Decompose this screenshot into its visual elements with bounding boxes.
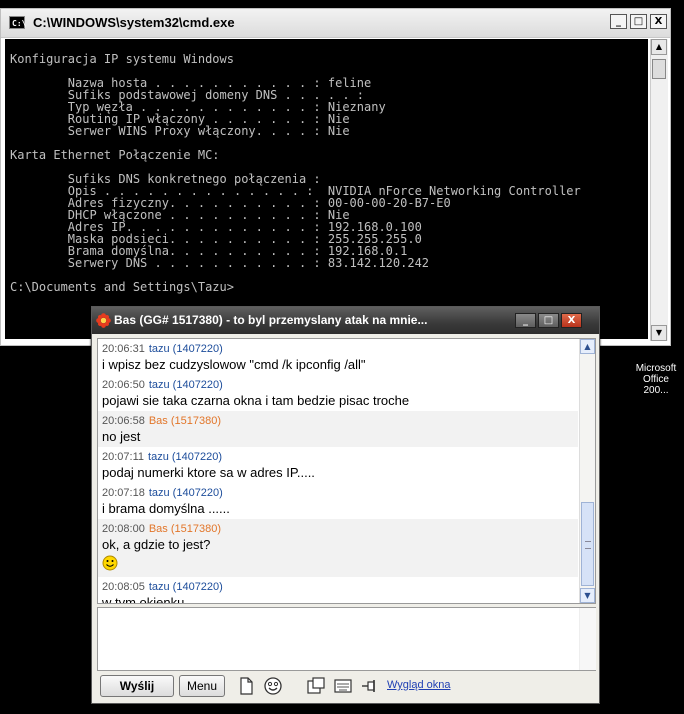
- message-time: 20:07:18: [102, 487, 145, 499]
- chat-scroll-down-button[interactable]: ▼: [580, 588, 595, 603]
- chat-message: 20:06:50 tazu (1407220) pojawi sie taka cz…: [98, 375, 578, 411]
- gg-titlebar[interactable]: Bas (GG# 1517380) - to byl przemyslany a…: [92, 307, 599, 334]
- chat-history[interactable]: 20:06:31 tazu (1407220) i wpisz bez cudzys…: [97, 338, 596, 604]
- cmd-close-button[interactable]: X: [650, 14, 667, 29]
- desktop-label-line-2: Office 200...: [643, 374, 669, 396]
- message-sender: Bas (1517380): [148, 523, 221, 535]
- message-header: 20:08:00 Bas (1517380): [102, 519, 578, 537]
- chat-toolbar: Wyślij Menu Wygląd okna: [97, 675, 596, 699]
- cmd-titlebar[interactable]: C:\ C:\WINDOWS\system32\cmd.exe _ □ X: [1, 9, 670, 38]
- emoticons-icon[interactable]: [263, 676, 283, 696]
- message-list: 20:06:31 tazu (1407220) i wpisz bez cudzys…: [98, 339, 578, 604]
- desktop-icon-label[interactable]: Microsoft Office 200...: [632, 363, 680, 396]
- gg-close-button[interactable]: X: [561, 313, 582, 328]
- console-line: Karta Ethernet Połączenie MC:: [10, 148, 220, 162]
- message-time: 20:08:00: [102, 523, 145, 535]
- gg-minimize-button[interactable]: _: [515, 313, 536, 328]
- console-line: Serwery DNS . . . . . . . . . . . : 83.1…: [10, 256, 430, 270]
- message-sender: tazu (1407220): [148, 451, 223, 463]
- message-sender: Bas (1517380): [148, 415, 221, 427]
- message-time: 20:08:05: [102, 581, 145, 593]
- message-sender: tazu (1407220): [148, 343, 223, 355]
- message-text: i wpisz bez cudzyslowow "cmd /k ipconfig…: [102, 357, 366, 372]
- message-text: pojawi sie taka czarna okna i tam bedzie…: [102, 393, 410, 408]
- message-sender: tazu (1407220): [148, 487, 223, 499]
- cmd-scroll-thumb[interactable]: [652, 59, 666, 79]
- cmd-title: C:\WINDOWS\system32\cmd.exe: [33, 15, 235, 30]
- cmd-app-icon[interactable]: C:\: [9, 16, 26, 29]
- picture-icon[interactable]: [306, 676, 326, 696]
- message-header: 20:08:05 tazu (1407220): [102, 577, 578, 595]
- message-time: 20:06:58: [102, 415, 145, 427]
- cmd-scrollbar[interactable]: ▲ ▼: [650, 39, 668, 341]
- send-button[interactable]: Wyślij: [100, 675, 174, 697]
- console-line: Konfiguracja IP systemu Windows: [10, 52, 234, 66]
- message-time: 20:06:50: [102, 379, 145, 391]
- gg-title: Bas (GG# 1517380) - to byl przemyslany a…: [114, 313, 428, 327]
- cmd-window[interactable]: C:\ C:\WINDOWS\system32\cmd.exe _ □ X Ko…: [0, 8, 671, 346]
- smiley-icon: [102, 555, 118, 571]
- console-line: C:\Documents and Settings\Tazu>: [10, 280, 234, 294]
- gg-maximize-button[interactable]: □: [538, 313, 559, 328]
- message-header: 20:06:31 tazu (1407220): [102, 339, 578, 357]
- chat-message: 20:08:00 Bas (1517380) ok, a gdzie to jest…: [98, 519, 578, 577]
- message-time: 20:06:31: [102, 343, 145, 355]
- message-emoticon: [102, 555, 578, 577]
- chat-scroll-thumb[interactable]: [581, 502, 594, 586]
- message-header: 20:07:18 tazu (1407220): [102, 483, 578, 501]
- console-line: Serwer WINS Proxy włączony. . . . : Nie: [10, 124, 350, 138]
- desktop-label-line-1: Microsoft: [635, 363, 677, 374]
- chat-scroll-up-button[interactable]: ▲: [580, 339, 595, 354]
- message-text: i brama domyślna ......: [102, 501, 230, 516]
- keyboard-icon[interactable]: [333, 676, 353, 696]
- chat-message: 20:07:18 tazu (1407220) i brama domyślna .…: [98, 483, 578, 519]
- chat-message: 20:06:31 tazu (1407220) i wpisz bez cudzys…: [98, 339, 578, 375]
- message-sender: tazu (1407220): [148, 581, 223, 593]
- cmd-minimize-button[interactable]: _: [610, 14, 627, 29]
- menu-button[interactable]: Menu: [179, 675, 225, 697]
- message-header: 20:06:50 tazu (1407220): [102, 375, 578, 393]
- chat-message: 20:07:11 tazu (1407220) podaj numerki ktor…: [98, 447, 578, 483]
- pin-icon[interactable]: [360, 676, 380, 696]
- send-file-icon[interactable]: [236, 676, 256, 696]
- scroll-grip-icon: [585, 541, 591, 549]
- cmd-console-output[interactable]: Konfiguracja IP systemu Windows Nazwa ho…: [5, 39, 648, 339]
- chat-history-scrollbar[interactable]: ▲ ▼: [579, 339, 595, 603]
- message-text: ok, a gdzie to jest?: [102, 537, 211, 552]
- cmd-scroll-down-button[interactable]: ▼: [651, 325, 667, 341]
- message-header: 20:06:58 Bas (1517380): [102, 411, 578, 429]
- message-text: no jest: [102, 429, 141, 444]
- message-header: 20:07:11 tazu (1407220): [102, 447, 578, 465]
- message-sender: tazu (1407220): [148, 379, 223, 391]
- chat-message: 20:08:05 tazu (1407220) w tym okienku: [98, 577, 578, 604]
- gg-flower-icon: [96, 313, 111, 328]
- message-text: podaj numerki ktore sa w adres IP.....: [102, 465, 315, 480]
- gg-chat-window[interactable]: Bas (GG# 1517380) - to byl przemyslany a…: [91, 306, 600, 704]
- message-text: w tym okienku: [102, 595, 185, 604]
- cmd-maximize-button[interactable]: □: [630, 14, 647, 29]
- window-appearance-link[interactable]: Wygląd okna: [387, 679, 451, 691]
- message-time: 20:07:11: [102, 451, 145, 463]
- message-input-scrollbar[interactable]: [579, 608, 596, 670]
- chat-message: 20:06:58 Bas (1517380) no jest: [98, 411, 578, 447]
- cmd-scroll-up-button[interactable]: ▲: [651, 39, 667, 55]
- message-input[interactable]: [97, 607, 596, 671]
